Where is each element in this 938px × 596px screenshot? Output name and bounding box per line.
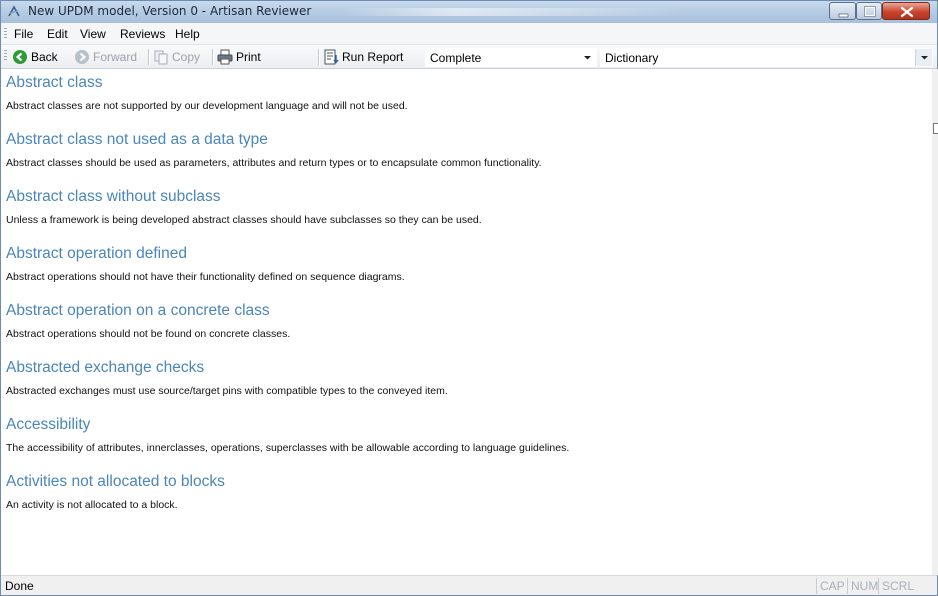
toolbar: Back Forward Copy Print Run Report Compl…	[1, 45, 937, 69]
status-text: Done	[5, 579, 34, 593]
rule-title[interactable]: Abstract operation on a concrete class	[6, 302, 290, 320]
copy-icon	[153, 49, 169, 65]
menu-reviews[interactable]: Reviews	[120, 27, 165, 41]
status-separator	[816, 578, 817, 594]
rule-entry: Abstract operation on a concrete class A…	[6, 302, 290, 340]
back-arrow-icon	[12, 49, 28, 65]
status-separator	[847, 578, 848, 594]
minimize-button[interactable]	[829, 2, 856, 20]
rule-title[interactable]: Abstracted exchange checks	[6, 359, 448, 377]
rule-description: Abstract classes should be used as param…	[6, 157, 542, 169]
forward-label: Forward	[93, 50, 138, 64]
rule-title[interactable]: Activities not allocated to blocks	[6, 473, 225, 491]
menu-grip-icon[interactable]	[4, 28, 7, 40]
rule-description: The accessibility of attributes, innercl…	[6, 442, 570, 454]
background-window-title	[341, 8, 681, 16]
rule-entry: Abstract class not used as a data type A…	[6, 131, 542, 169]
rule-entry: Abstract operation defined Abstract oper…	[6, 245, 405, 283]
toolbar-separator	[148, 49, 149, 65]
toolbar-grip-icon[interactable]	[4, 50, 7, 62]
rule-description: Abstract operations should not have thei…	[6, 271, 405, 283]
status-select[interactable]: Complete	[425, 48, 597, 67]
status-dropdown-arrow[interactable]	[579, 49, 596, 66]
close-button[interactable]	[882, 2, 930, 20]
forward-arrow-icon	[74, 49, 90, 65]
run-report-label: Run Report	[342, 50, 404, 64]
back-label: Back	[31, 50, 58, 64]
status-select-value: Complete	[430, 51, 482, 65]
window-title: New UPDM model, Version 0 - Artisan Revi…	[28, 4, 312, 18]
rule-description: Abstract operations should not be found …	[6, 328, 291, 340]
title-bar[interactable]: New UPDM model, Version 0 - Artisan Revi…	[1, 1, 937, 23]
app-window: New UPDM model, Version 0 - Artisan Revi…	[0, 0, 938, 596]
menu-help[interactable]: Help	[175, 27, 200, 41]
menu-file[interactable]: File	[14, 27, 33, 41]
splitter-handle[interactable]	[933, 123, 938, 134]
num-lock-indicator: NUM	[851, 579, 879, 593]
run-report-button[interactable]: Run Report	[323, 48, 423, 66]
category-select-value: Dictionary	[605, 51, 659, 65]
rule-description: An activity is not allocated to a block.	[6, 499, 178, 511]
rule-entry: Abstracted exchange checks Abstracted ex…	[6, 359, 448, 397]
back-button[interactable]: Back	[12, 48, 72, 66]
rule-title[interactable]: Abstract class not used as a data type	[6, 131, 542, 149]
rule-description: Abstracted exchanges must use source/tar…	[6, 385, 448, 397]
rule-title[interactable]: Accessibility	[6, 416, 569, 434]
menu-bar: File Edit View Reviews Help	[1, 23, 937, 45]
rule-entry: Accessibility The accessibility of attri…	[6, 416, 569, 454]
rule-title[interactable]: Abstract operation defined	[6, 245, 405, 263]
forward-button[interactable]: Forward	[74, 48, 146, 66]
rule-entry: Abstract class Abstract classes are not …	[6, 74, 408, 112]
rule-entry: Activities not allocated to blocks An ac…	[6, 473, 225, 511]
rule-entry: Abstract class without subclass Unless a…	[6, 188, 482, 226]
toolbar-separator	[318, 49, 319, 65]
copy-label: Copy	[172, 50, 201, 64]
category-select[interactable]: Dictionary	[600, 48, 933, 67]
print-button[interactable]: Print	[217, 48, 277, 66]
menu-edit[interactable]: Edit	[47, 27, 68, 41]
rule-title[interactable]: Abstract class without subclass	[6, 188, 482, 206]
right-edge-strip	[932, 69, 938, 575]
category-dropdown-arrow[interactable]	[915, 49, 932, 66]
maximize-button[interactable]	[856, 2, 882, 20]
rule-description: Unless a framework is being developed ab…	[6, 214, 482, 226]
rule-title[interactable]: Abstract class	[6, 74, 408, 92]
menu-view[interactable]: View	[80, 27, 106, 41]
copy-button[interactable]: Copy	[153, 48, 211, 66]
report-icon	[323, 49, 339, 65]
printer-icon	[217, 49, 233, 65]
status-bar: Done CAP NUM SCRL	[1, 575, 937, 595]
rule-description: Abstract classes are not supported by ou…	[6, 100, 408, 112]
status-separator	[878, 578, 879, 594]
scroll-lock-indicator: SCRL	[882, 579, 915, 593]
caps-lock-indicator: CAP	[820, 579, 845, 593]
rules-dictionary-view[interactable]: Abstract class Abstract classes are not …	[1, 69, 932, 575]
print-label: Print	[236, 50, 261, 64]
toolbar-separator	[212, 49, 213, 65]
app-icon	[7, 5, 21, 19]
